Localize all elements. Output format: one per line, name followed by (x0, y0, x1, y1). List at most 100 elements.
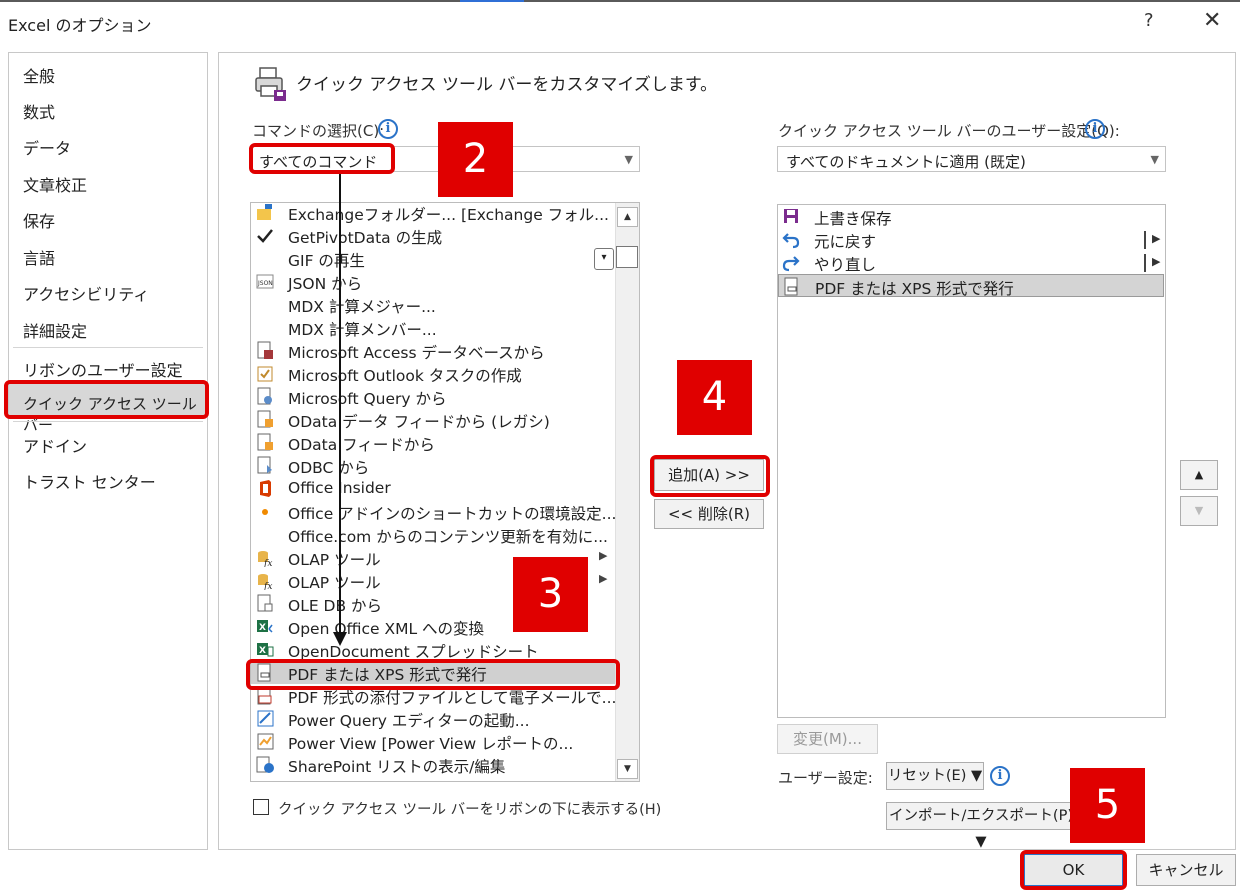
scroll-up-icon[interactable]: ▲ (617, 207, 638, 227)
command-list-item[interactable]: SharePoint リストの表示/編集 (251, 753, 615, 776)
command-list-item[interactable]: GetPivotData の生成 (251, 224, 615, 247)
cancel-button[interactable]: キャンセル (1136, 854, 1236, 886)
sharepoint-list-icon (256, 756, 274, 773)
nav-item-language[interactable]: 言語 (23, 245, 55, 269)
command-list-item[interactable]: Power View [Power View レポートの... (251, 730, 615, 753)
command-list-item[interactable]: X OpenDocument スプレッドシート (251, 638, 615, 661)
nav-separator (13, 421, 203, 422)
command-label: Microsoft Query から (288, 390, 447, 408)
qat-list-item[interactable]: やり直し ▶ (778, 251, 1164, 274)
command-list-item[interactable]: Office.com からのコンテンツ更新を有効に... (251, 523, 615, 546)
move-up-icon: ▲ (1194, 468, 1204, 481)
reset-button[interactable]: リセット(E) ▼ (886, 762, 984, 790)
command-label: MDX 計算メジャー... (288, 298, 436, 316)
show-below-ribbon-label: クイック アクセス ツール バーをリボンの下に表示する(H) (278, 802, 662, 818)
command-list-item[interactable]: GIF の再生 (251, 247, 615, 270)
access-icon (257, 341, 273, 359)
command-list-item[interactable]: JSON JSON から (251, 270, 615, 293)
commands-scrollbar[interactable]: ▲ ▼ (615, 203, 639, 781)
move-up-button[interactable]: ▲ (1180, 460, 1218, 490)
step-label-4: 4 (677, 360, 752, 435)
show-below-ribbon-checkbox[interactable] (253, 799, 269, 815)
step-label-3: 3 (513, 557, 588, 632)
nav-item-advanced[interactable]: 詳細設定 (23, 318, 87, 342)
svg-text:X: X (259, 646, 266, 656)
nav-item-customize-ribbon[interactable]: リボンのユーザー設定 (23, 357, 183, 381)
qat-list-item[interactable]: PDF または XPS 形式で発行 (778, 274, 1164, 298)
scroll-down-icon[interactable]: ▼ (617, 759, 638, 779)
chevron-down-icon: ▼ (624, 153, 633, 166)
customize-qat-value: すべてのドキュメントに適用 (既定) (786, 153, 1026, 171)
command-label: GetPivotData の生成 (288, 229, 443, 247)
remove-button[interactable]: << 削除(R) (654, 499, 764, 529)
close-button[interactable]: ✕ (1203, 8, 1221, 33)
blank-icon (256, 249, 274, 268)
olap-icon: fx (258, 551, 272, 567)
nav-separator (13, 347, 203, 348)
submenu-arrow-icon: ▶ (1152, 232, 1161, 245)
command-list-item[interactable]: Microsoft Outlook タスクの作成 (251, 362, 615, 385)
command-list-item[interactable]: ODBC から (251, 454, 615, 477)
command-list-item[interactable]: Microsoft Access データベースから (251, 339, 615, 362)
save-icon (784, 209, 798, 223)
qat-list-item[interactable]: 元に戻す ▶ (778, 228, 1164, 251)
command-label: SharePoint リストの表示/編集 (288, 758, 506, 776)
command-label: GIF の再生 (288, 252, 365, 270)
info-icon[interactable]: i (1085, 119, 1105, 139)
nav-item-general[interactable]: 全般 (23, 63, 55, 87)
qat-list-item[interactable]: 上書き保存 (778, 205, 1164, 228)
redo-icon (782, 256, 800, 272)
svg-text:JSON: JSON (257, 280, 273, 287)
submenu-arrow-icon: ▶ (1152, 255, 1161, 268)
qat-item-label: 上書き保存 (814, 210, 892, 228)
command-label: OLE DB から (288, 597, 383, 615)
info-icon[interactable]: i (378, 119, 398, 139)
command-list-item[interactable]: OData データ フィードから (レガシ) (251, 408, 615, 431)
command-list-item[interactable]: MDX 計算メジャー... (251, 293, 615, 316)
olap-icon: fx (258, 574, 272, 590)
json-icon: JSON (256, 274, 274, 289)
nav-item-addins[interactable]: アドイン (23, 433, 87, 457)
nav-item-proofing[interactable]: 文章校正 (23, 172, 87, 196)
excel-xml-icon: X (257, 620, 273, 633)
move-down-button[interactable]: ▼ (1180, 496, 1218, 526)
qat-item-label: 元に戻す (814, 233, 877, 251)
pdf-xps-icon (784, 277, 798, 296)
nav-item-accessibility[interactable]: アクセシビリティ (23, 281, 149, 305)
chevron-down-icon: ▼ (1150, 153, 1159, 166)
command-label: Open Office XML への変換 (288, 620, 485, 638)
command-label: OData データ フィードから (レガシ) (288, 413, 550, 431)
highlight-qat-nav (4, 380, 209, 419)
checkmark-icon (257, 229, 273, 243)
nav-item-formulas[interactable]: 数式 (23, 99, 55, 123)
gif-frame-icon (616, 246, 638, 268)
command-label: ODBC から (288, 459, 370, 477)
qat-commands-list[interactable]: 上書き保存 元に戻す ▶ やり直し ▶ PDF または XPS 形式で発行 (777, 204, 1166, 718)
page-heading: クイック アクセス ツール バーをカスタマイズします。 (296, 75, 718, 95)
command-label: Exchangeフォルダー... [Exchange フォル... (288, 206, 609, 224)
command-list-item[interactable]: OData フィードから (251, 431, 615, 454)
undo-icon (782, 233, 800, 249)
step-label-2: 2 (438, 122, 513, 197)
info-icon[interactable]: i (990, 766, 1010, 786)
customize-qat-dropdown[interactable]: すべてのドキュメントに適用 (既定) ▼ (777, 146, 1166, 172)
blank-icon (256, 525, 274, 544)
highlight-ok-button (1020, 850, 1127, 890)
nav-item-trust-center[interactable]: トラスト センター (23, 469, 156, 493)
commands-list[interactable]: Exchangeフォルダー... [Exchange フォル... GetPivo… (250, 202, 640, 782)
command-list-item[interactable]: Office Insider (251, 477, 615, 500)
nav-item-save[interactable]: 保存 (23, 208, 55, 232)
help-button[interactable]: ? (1144, 10, 1154, 31)
modify-button[interactable]: 変更(M)... (777, 724, 878, 754)
command-list-item[interactable]: MDX 計算メンバー... (251, 316, 615, 339)
printer-icon (255, 67, 286, 101)
command-label: Power View [Power View レポートの... (288, 735, 574, 753)
blank-icon (256, 318, 274, 337)
command-list-item[interactable]: Microsoft Query から (251, 385, 615, 408)
command-list-item[interactable]: Exchangeフォルダー... [Exchange フォル... (251, 203, 615, 224)
import-export-button[interactable]: インポート/エクスポート(P) ▼ (886, 802, 1076, 850)
office-logo-icon (260, 480, 271, 497)
command-list-item[interactable]: Power Query エディターの起動... (251, 707, 615, 730)
command-list-item[interactable]: Office アドインのショートカットの環境設定... (251, 500, 616, 523)
nav-item-data[interactable]: データ (23, 135, 71, 159)
